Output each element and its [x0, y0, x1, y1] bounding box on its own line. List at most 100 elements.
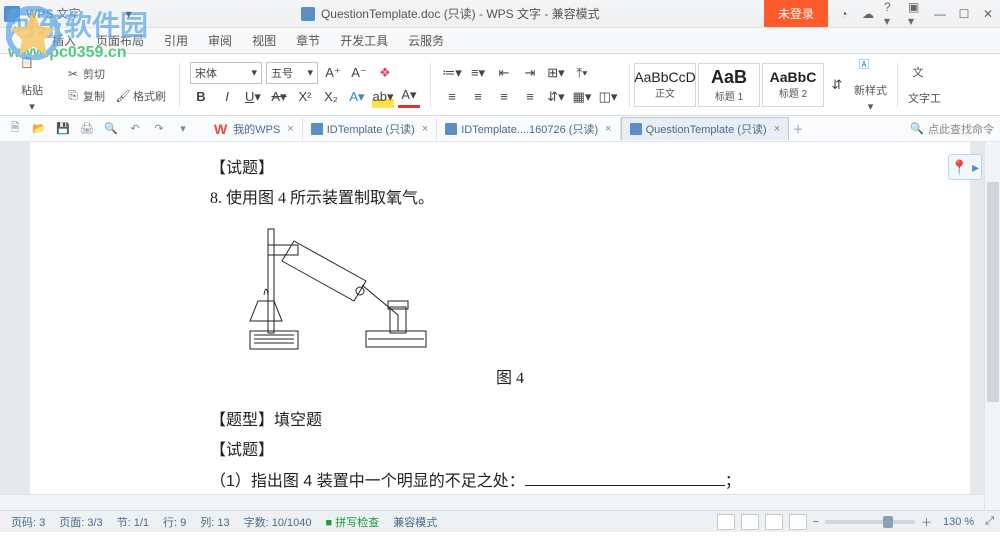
borders-button[interactable]: ▦▾: [571, 86, 593, 108]
skin-icon[interactable]: ◔: [836, 6, 852, 22]
align-right-button[interactable]: ≡: [493, 86, 515, 108]
status-page[interactable]: 页码: 3: [6, 514, 50, 530]
ribbon-toolbar: 📋 粘贴▾ ✂剪切 ⎘复制 🖌格式刷 宋体▾ 五号▾ A⁺ A⁻ ❖ B I U…: [0, 54, 1000, 116]
menu-review[interactable]: 审阅: [198, 28, 242, 53]
text-effect-button[interactable]: A▾: [346, 86, 368, 108]
tab-idtemplate2[interactable]: IDTemplate....160726 (只读)×: [437, 118, 620, 140]
qa-save-icon[interactable]: 💾: [54, 120, 72, 138]
maximize-button[interactable]: ☐: [956, 6, 972, 22]
indent-dec-button[interactable]: ⇤: [493, 62, 515, 84]
menu-file[interactable]: [2, 37, 22, 45]
style-box-normal[interactable]: AaBbCcD正文: [634, 63, 696, 107]
italic-button[interactable]: I: [216, 86, 238, 108]
view-web-button[interactable]: [765, 514, 783, 530]
menu-devtools[interactable]: 开发工具: [330, 28, 398, 53]
font-size-select[interactable]: 五号▾: [266, 62, 318, 84]
strike-button[interactable]: A▾: [268, 86, 290, 108]
horizontal-scrollbar[interactable]: [0, 494, 984, 510]
menu-chapter[interactable]: 章节: [286, 28, 330, 53]
font-name-select[interactable]: 宋体▾: [190, 62, 262, 84]
align-left-button[interactable]: ≡: [441, 86, 463, 108]
dock-icon[interactable]: ▣ ▾: [908, 6, 924, 22]
cloud-icon[interactable]: ☁: [860, 6, 876, 22]
doc-text: （1）指出图 4 装置中一个明显的不足之处：；: [210, 467, 810, 497]
menu-view[interactable]: 视图: [242, 28, 286, 53]
view-read-button[interactable]: [789, 514, 807, 530]
tab-questiontemplate[interactable]: QuestionTemplate (只读)×: [621, 117, 789, 140]
menu-cloud[interactable]: 云服务: [398, 28, 454, 53]
tab-close-icon[interactable]: ×: [422, 123, 428, 135]
chinese-layout-button[interactable]: ⊞▾: [545, 62, 567, 84]
tab-close-icon[interactable]: ×: [605, 123, 611, 135]
status-spellcheck[interactable]: ■ 拼写检查: [321, 514, 385, 530]
minimize-button[interactable]: —: [932, 6, 948, 22]
status-section[interactable]: 节: 1/1: [112, 514, 154, 530]
indent-inc-button[interactable]: ⇥: [519, 62, 541, 84]
tab-mywps[interactable]: W我的WPS×: [206, 118, 303, 140]
bold-button[interactable]: B: [190, 86, 212, 108]
titlebar-dropdown-icon[interactable]: ▾: [121, 6, 137, 22]
highlight-button[interactable]: ab▾: [372, 86, 394, 108]
login-button[interactable]: 未登录: [764, 0, 828, 27]
zoom-out-button[interactable]: −: [813, 516, 819, 528]
zoom-value[interactable]: 130 %: [938, 516, 979, 528]
format-painter-button[interactable]: 🖌格式刷: [112, 86, 169, 106]
menu-layout[interactable]: 页面布局: [86, 28, 154, 53]
vertical-scrollbar[interactable]: [984, 142, 1000, 510]
status-pages[interactable]: 页面: 3/3: [54, 514, 107, 530]
sort-button[interactable]: ⤒▾: [571, 62, 593, 84]
status-col[interactable]: 列: 13: [195, 514, 234, 530]
underline-button[interactable]: U▾: [242, 86, 264, 108]
doc-icon: [630, 123, 642, 135]
qa-undo-icon[interactable]: ↶: [126, 120, 144, 138]
close-button[interactable]: ✕: [980, 6, 996, 22]
align-justify-button[interactable]: ≡: [519, 86, 541, 108]
style-box-h2[interactable]: AaBbC标题 2: [762, 63, 824, 107]
qa-print-icon[interactable]: 🖨: [78, 120, 96, 138]
zoom-slider[interactable]: [825, 520, 915, 524]
tab-idtemplate[interactable]: IDTemplate (只读)×: [303, 118, 437, 140]
cut-button[interactable]: ✂剪切: [62, 64, 169, 84]
grow-font-button[interactable]: A⁺: [322, 62, 344, 84]
align-center-button[interactable]: ≡: [467, 86, 489, 108]
app-logo-icon: [4, 6, 20, 22]
clear-format-button[interactable]: ❖: [374, 62, 396, 84]
status-chars[interactable]: 字数: 10/1040: [239, 514, 317, 530]
qa-preview-icon[interactable]: 🔍: [102, 120, 120, 138]
tab-close-icon[interactable]: ×: [287, 123, 293, 135]
command-search[interactable]: 🔍点此查找命令: [910, 121, 994, 137]
side-panel-pin[interactable]: 📍 ▸: [948, 154, 982, 180]
menu-references[interactable]: 引用: [154, 28, 198, 53]
help-icon[interactable]: ? ▾: [884, 6, 900, 22]
style-box-h1[interactable]: AaB标题 1: [698, 63, 760, 107]
line-spacing-button[interactable]: ⇵▾: [545, 86, 567, 108]
copy-button[interactable]: ⎘复制: [62, 86, 108, 106]
shading-button[interactable]: ◫▾: [597, 86, 619, 108]
menu-insert[interactable]: 插入: [42, 28, 86, 53]
scroll-thumb[interactable]: [987, 182, 999, 402]
new-style-button[interactable]: 🄰新样式▾: [848, 54, 893, 115]
zoom-in-button[interactable]: ＋: [921, 514, 932, 530]
font-color-button[interactable]: A▾: [398, 86, 420, 108]
fullscreen-icon[interactable]: ⤢: [985, 515, 994, 528]
styles-more-button[interactable]: ⇵: [826, 74, 848, 96]
status-line[interactable]: 行: 9: [158, 514, 191, 530]
text-tools-button[interactable]: 文文字工: [902, 62, 947, 108]
view-print-button[interactable]: [717, 514, 735, 530]
paste-button[interactable]: 📋 粘贴▾: [14, 54, 50, 115]
qa-redo-icon[interactable]: ↷: [150, 120, 168, 138]
tab-close-icon[interactable]: ×: [774, 123, 780, 135]
view-outline-button[interactable]: [741, 514, 759, 530]
subscript-button[interactable]: X₂: [320, 86, 342, 108]
shrink-font-button[interactable]: A⁻: [348, 62, 370, 84]
bullets-button[interactable]: ≔▾: [441, 62, 463, 84]
menu-home[interactable]: [22, 37, 42, 45]
qa-new-icon[interactable]: 🗎: [6, 120, 24, 138]
document-page[interactable]: 【试题】 8. 使用图 4 所示装置制取氧气。: [30, 142, 970, 510]
app-name: WPS 文字: [26, 5, 81, 22]
qa-open-icon[interactable]: 📂: [30, 120, 48, 138]
qa-more-icon[interactable]: ▾: [174, 120, 192, 138]
superscript-button[interactable]: X²: [294, 86, 316, 108]
tab-add-button[interactable]: ＋: [789, 120, 807, 138]
numbering-button[interactable]: ≡▾: [467, 62, 489, 84]
